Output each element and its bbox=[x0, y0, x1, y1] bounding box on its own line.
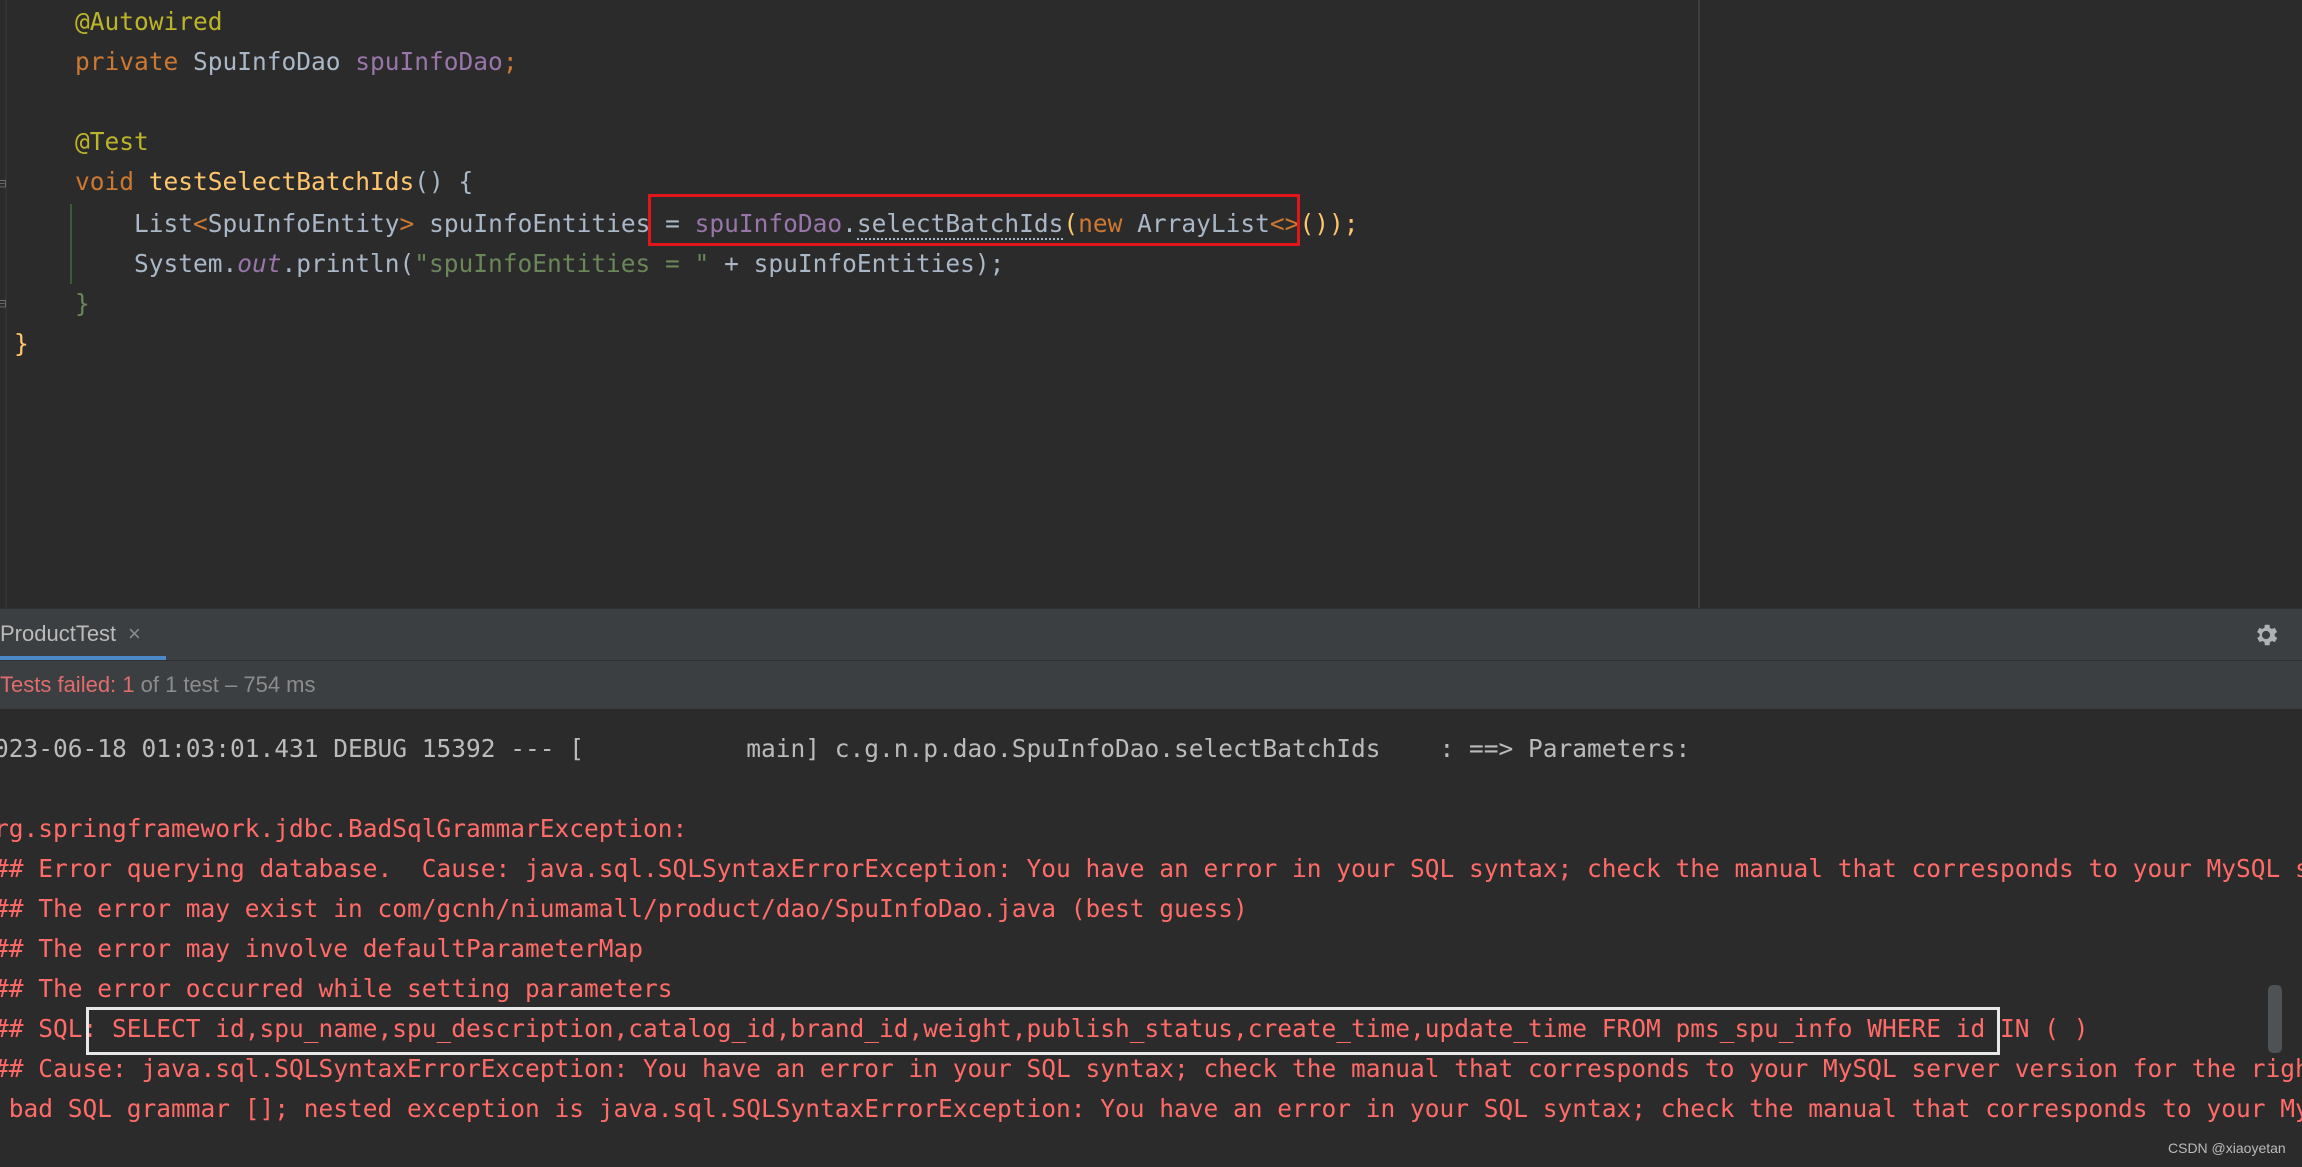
code-token: testSelectBatchIds bbox=[148, 167, 415, 196]
code-token: List bbox=[16, 209, 194, 238]
console-line: ## The error may involve defaultParamete… bbox=[0, 934, 644, 963]
test-summary: of 1 test – 754 ms bbox=[134, 672, 316, 697]
console-output[interactable]: 023-06-18 01:03:01.431 DEBUG 15392 --- [… bbox=[0, 709, 2302, 1167]
console-line: ## Cause: java.sql.SQLSyntaxErrorExcepti… bbox=[0, 1054, 2302, 1083]
code-token: @Autowired bbox=[75, 7, 223, 36]
fold-icon[interactable]: ⊟ bbox=[0, 176, 14, 196]
code-line: @Autowired bbox=[16, 2, 223, 42]
console-line: bad SQL grammar []; nested exception is … bbox=[0, 1094, 2302, 1123]
code-token: > bbox=[399, 209, 430, 238]
code-token: @Test bbox=[75, 127, 149, 156]
code-token: .println( bbox=[281, 249, 415, 278]
code-token: + spuInfoEntities); bbox=[709, 249, 1005, 278]
close-icon[interactable]: × bbox=[128, 617, 141, 651]
code-line: void testSelectBatchIds() { bbox=[16, 162, 473, 202]
console-line: 023-06-18 01:03:01.431 DEBUG 15392 --- [… bbox=[0, 734, 1706, 763]
highlight-box-white bbox=[86, 1007, 2000, 1055]
tests-failed-label: Tests failed: 1 bbox=[0, 672, 135, 697]
code-line: private SpuInfoDao spuInfoDao; bbox=[16, 42, 518, 82]
code-token: "spuInfoEntities = " bbox=[414, 249, 710, 278]
code-token: () { bbox=[414, 167, 474, 196]
watermark: CSDN @xiaoyetan bbox=[2168, 1140, 2286, 1156]
code-token: ; bbox=[502, 47, 518, 76]
code-token: SpuInfoEntity bbox=[207, 209, 400, 238]
console-line: rg.springframework.jdbc.BadSqlGrammarExc… bbox=[0, 814, 703, 843]
code-token: void bbox=[75, 167, 149, 196]
code-token: SpuInfoDao bbox=[193, 47, 356, 76]
code-token: private bbox=[75, 47, 194, 76]
tab-product-test[interactable]: ProductTest bbox=[0, 617, 116, 651]
highlight-box-red bbox=[648, 194, 1300, 246]
code-token: out bbox=[237, 249, 282, 278]
code-token: < bbox=[193, 209, 208, 238]
code-token: } bbox=[16, 289, 90, 318]
code-token: ()); bbox=[1299, 209, 1359, 238]
code-line: @Test bbox=[16, 122, 149, 162]
console-line: ## Error querying database. Cause: java.… bbox=[0, 854, 2302, 883]
console-line: ## The error may exist in com/gcnh/niuma… bbox=[0, 894, 1248, 923]
code-line: System.out.println("spuInfoEntities = " … bbox=[16, 244, 1004, 284]
code-line: } bbox=[16, 284, 90, 324]
console-scrollbar[interactable] bbox=[2268, 985, 2282, 1053]
code-token: System. bbox=[16, 249, 238, 278]
test-status: Tests failed: 1 of 1 test – 754 ms bbox=[0, 669, 316, 701]
console-line: ## The error occurred while setting para… bbox=[0, 974, 673, 1003]
fold-icon[interactable]: ⊟ bbox=[0, 296, 14, 316]
code-line: } bbox=[14, 324, 29, 364]
right-margin-guide bbox=[1698, 0, 1700, 608]
gear-icon[interactable] bbox=[2252, 621, 2280, 649]
test-status-bar: Tests failed: 1 of 1 test – 754 ms bbox=[0, 660, 2302, 710]
run-tool-window-header: ProductTest × bbox=[0, 608, 2302, 661]
code-token: } bbox=[14, 329, 29, 358]
code-token: spuInfoDao bbox=[355, 47, 503, 76]
code-editor[interactable]: ⊟ ⊟ @Autowired private SpuInfoDao spuInf… bbox=[0, 0, 2302, 608]
